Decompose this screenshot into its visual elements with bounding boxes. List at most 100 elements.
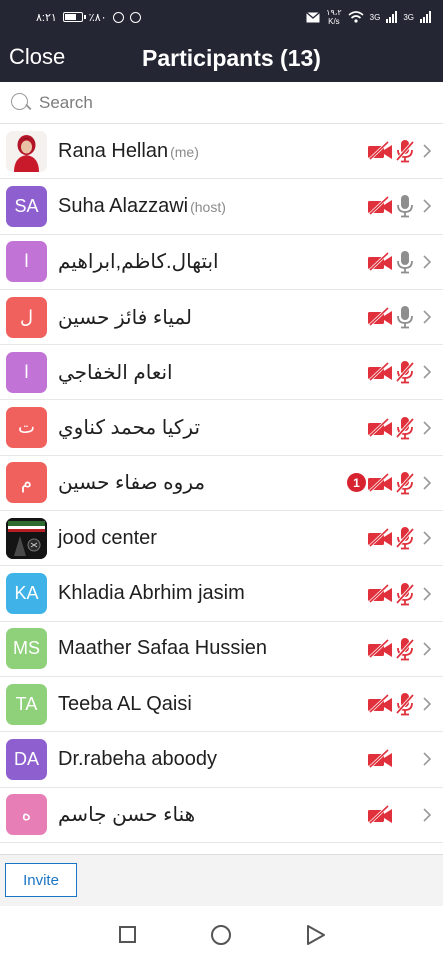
participant-name: jood center bbox=[58, 527, 157, 550]
avatar: ا bbox=[6, 241, 47, 283]
chevron-right-icon bbox=[422, 310, 432, 324]
participant-name: ابتهال.كاظم,ابراهيم bbox=[58, 249, 219, 274]
participant-name: Suha Alazzawi (host) bbox=[58, 195, 226, 218]
video-off-icon bbox=[367, 362, 393, 382]
wifi-icon bbox=[348, 11, 364, 23]
participant-name: Dr.rabeha aboody bbox=[58, 748, 217, 771]
avatar: MS bbox=[6, 628, 47, 670]
video-off-icon bbox=[367, 472, 393, 493]
video-off-icon bbox=[367, 694, 393, 714]
participant-row[interactable]: م مروه صفاء حسين 1 bbox=[0, 456, 443, 512]
avatar: م bbox=[6, 462, 47, 504]
recent-apps-icon[interactable] bbox=[119, 926, 136, 943]
participant-row[interactable]: ت تركيا محمد كناوي bbox=[0, 400, 443, 456]
mic-muted-icon bbox=[395, 637, 415, 661]
mic-muted-icon bbox=[395, 139, 415, 163]
role-tag: (me) bbox=[170, 143, 199, 160]
video-off-icon bbox=[367, 196, 393, 216]
video-off-icon bbox=[367, 804, 393, 825]
sim2-type: 3G bbox=[403, 12, 414, 22]
avatar: SA bbox=[6, 185, 47, 227]
status-bar: ٨:٢١ ٪٨٠ ١٩،٢ K/s 3G 3G bbox=[0, 0, 443, 34]
participant-row[interactable]: MS Maather Safaa Hussien bbox=[0, 622, 443, 677]
video-off-icon bbox=[367, 749, 393, 769]
status-left: ٨:٢١ ٪٨٠ bbox=[36, 11, 141, 24]
mic-icon bbox=[395, 194, 415, 218]
participant-name-text: Teeba AL Qaisi bbox=[58, 692, 192, 715]
participant-name-text: انعام الخفاجي bbox=[58, 361, 173, 384]
sim1-type: 3G bbox=[369, 12, 381, 22]
participant-row[interactable]: SA Suha Alazzawi (host) bbox=[0, 179, 443, 235]
chevron-right-icon bbox=[422, 531, 432, 545]
chevron-right-icon bbox=[422, 144, 432, 158]
participant-name: لمياء فائز حسين bbox=[58, 305, 192, 330]
participant-row[interactable]: jood center bbox=[0, 511, 443, 567]
chevron-right-icon bbox=[422, 421, 432, 435]
participant-row[interactable]: ل لمياء فائز حسين bbox=[0, 290, 443, 346]
participant-row[interactable]: ا انعام الخفاجي bbox=[0, 345, 443, 401]
participant-name-text: Rana Hellan bbox=[58, 139, 169, 162]
participant-name-text: Maather Safaa Hussien bbox=[58, 637, 268, 660]
video-off-icon bbox=[367, 251, 393, 272]
home-icon[interactable] bbox=[211, 925, 231, 945]
video-off-icon bbox=[367, 306, 393, 327]
signal-icon-2 bbox=[420, 11, 431, 23]
participant-row[interactable]: KA Khladia Abrhim jasim bbox=[0, 566, 443, 622]
close-button[interactable]: Close bbox=[9, 44, 65, 70]
clock: ٨:٢١ bbox=[36, 11, 57, 24]
battery-icon bbox=[62, 12, 86, 22]
video-off-icon bbox=[367, 417, 393, 438]
participant-row[interactable]: TA Teeba AL Qaisi bbox=[0, 677, 443, 733]
chevron-right-icon bbox=[422, 586, 432, 601]
network-speed: ١٩،٢ K/s bbox=[326, 8, 342, 26]
video-off-icon bbox=[367, 528, 393, 548]
search-icon bbox=[10, 92, 32, 114]
chevron-right-icon bbox=[422, 752, 432, 766]
signal-icon-1 bbox=[386, 11, 398, 23]
participant-name: Teeba AL Qaisi bbox=[58, 693, 192, 716]
mic-muted-icon bbox=[395, 526, 415, 550]
participant-name: تركيا محمد كناوي bbox=[58, 415, 200, 440]
chevron-right-icon bbox=[422, 365, 432, 379]
mic-muted-icon bbox=[395, 692, 415, 716]
avatar bbox=[6, 130, 47, 172]
mic-muted-icon bbox=[395, 360, 415, 384]
mic-muted-icon bbox=[395, 416, 415, 440]
chevron-right-icon bbox=[422, 476, 432, 490]
battery-level: ٪٨٠ bbox=[88, 11, 107, 24]
avatar: ه bbox=[6, 794, 47, 836]
participant-name-text: هناء حسن جاسم bbox=[58, 804, 196, 827]
role-tag: (host) bbox=[190, 198, 226, 215]
search-bar[interactable] bbox=[0, 82, 443, 124]
chevron-right-icon bbox=[422, 697, 432, 711]
avatar: DA bbox=[6, 738, 47, 780]
video-off-icon bbox=[367, 638, 393, 659]
mic-muted-icon bbox=[395, 471, 415, 495]
participant-row[interactable]: Rana Hellan (me) bbox=[0, 124, 443, 180]
invite-button[interactable]: Invite bbox=[5, 863, 77, 897]
search-input[interactable] bbox=[39, 92, 419, 113]
mic-icon bbox=[395, 305, 415, 329]
chevron-right-icon bbox=[422, 255, 432, 269]
participant-row[interactable]: DA Dr.rabeha aboody bbox=[0, 732, 443, 788]
participant-row[interactable]: ه هناء حسن جاسم bbox=[0, 788, 443, 843]
participant-name: Khladia Abrhim jasim bbox=[58, 582, 245, 605]
participant-name-text: تركيا محمد كناوي bbox=[58, 417, 201, 440]
avatar: TA bbox=[6, 683, 47, 725]
participant-row[interactable]: ا ابتهال.كاظم,ابراهيم bbox=[0, 235, 443, 290]
mic-icon bbox=[395, 250, 415, 274]
chevron-right-icon bbox=[422, 199, 432, 214]
participant-name: مروه صفاء حسين bbox=[58, 470, 205, 495]
participant-name-text: Dr.rabeha aboody bbox=[58, 747, 218, 770]
bottom-bar: Invite bbox=[0, 854, 443, 906]
chevron-right-icon bbox=[422, 808, 432, 822]
participant-name: انعام الخفاجي bbox=[58, 360, 173, 385]
participant-list: Rana Hellan (me) SA Suha Alazzawi (host) اا… bbox=[0, 124, 443, 843]
participant-name: Rana Hellan (me) bbox=[58, 140, 199, 163]
back-icon[interactable] bbox=[306, 924, 326, 946]
participant-name-text: مروه صفاء حسين bbox=[58, 472, 206, 495]
chevron-right-icon bbox=[422, 642, 432, 656]
participant-name-text: jood center bbox=[58, 526, 157, 549]
avatar: ا bbox=[6, 351, 47, 393]
headset-icon bbox=[129, 11, 141, 23]
